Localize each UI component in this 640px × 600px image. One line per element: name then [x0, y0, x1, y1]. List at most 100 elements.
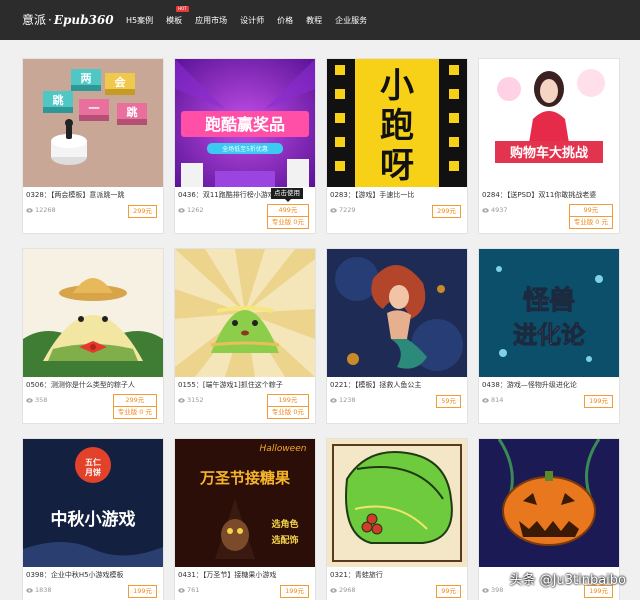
template-thumbnail[interactable]: Halloween 万圣节接糖果 选角色 选配饰 — [175, 439, 315, 567]
price-button[interactable]: 499元专业版 0元 — [266, 204, 309, 229]
eye-icon — [330, 587, 337, 593]
template-thumbnail[interactable]: 跑酷赢奖品 全场低至5折优惠 — [175, 59, 315, 187]
nav-item-pricing[interactable]: 价格 — [277, 15, 293, 26]
view-count-value: 814 — [491, 396, 504, 404]
nav-item-templates[interactable]: 模板 HOT — [166, 5, 189, 26]
view-count: 761 — [178, 586, 199, 594]
template-title[interactable]: 0155：[端午游戏1]抓住这个粽子 — [178, 380, 314, 390]
price-button[interactable]: 299元专业版 0 元 — [112, 394, 157, 419]
view-count-value: 1238 — [339, 396, 356, 404]
thumb-text: 跳 — [127, 105, 138, 119]
thumb-text: 选角色 — [271, 518, 298, 530]
nav-item-designers[interactable]: 设计师 — [240, 15, 264, 26]
template-card[interactable]: 0221：【模板】拯救人鱼公主 1238 59元 — [326, 248, 468, 424]
view-count: 7229 — [330, 206, 356, 214]
price-button[interactable]: 99元 — [436, 585, 461, 598]
view-count: 4937 — [482, 206, 508, 214]
price-button[interactable]: 59元 — [436, 395, 461, 408]
pro-price-label: 专业版 0元 — [267, 216, 308, 228]
logo-dot: · — [48, 13, 52, 27]
site-logo[interactable]: 意派 · Epub360 — [22, 11, 114, 28]
template-thumbnail[interactable]: 两 会 跳 一 跳 — [23, 59, 163, 187]
view-count-value: 761 — [187, 586, 200, 594]
template-thumbnail[interactable]: 购物车大挑战 — [479, 59, 619, 187]
nav-label: 教程 — [306, 15, 323, 25]
view-count-value: 1262 — [187, 206, 204, 214]
template-thumbnail[interactable] — [327, 439, 467, 567]
view-count-value: 1838 — [35, 586, 52, 594]
use-tooltip: 点击使用 — [271, 188, 303, 202]
template-title[interactable]: 0431：【万圣节】接糖果小游戏 — [178, 570, 314, 580]
template-card[interactable]: 五仁 月饼 中秋小游戏 0398：企业中秋H5小游戏模板 1838 199元 — [22, 438, 164, 600]
view-count-value: 398 — [491, 586, 504, 594]
view-count: 398 — [482, 586, 503, 594]
eye-icon — [482, 207, 489, 213]
template-card[interactable]: 0321：青蛙旅行 2968 99元 — [326, 438, 468, 600]
template-title[interactable]: 0506：测测你是什么类型的粽子人 — [26, 380, 162, 390]
thumb-text: 呀 — [380, 146, 414, 186]
price-button[interactable]: 199元 — [128, 585, 157, 598]
template-title[interactable]: 0328：【两会模板】意派跳一跳 — [26, 190, 162, 200]
price-button[interactable]: 199元 — [280, 585, 309, 598]
price-button[interactable]: 199元 — [584, 395, 613, 408]
nav-label: 价格 — [277, 15, 294, 25]
template-title[interactable]: 0284：【送PSD】双11你敢挑战老婆 — [482, 190, 618, 200]
template-card[interactable]: 小 跑 呀 0283：【游戏】手速比一比 7229 299元 — [326, 58, 468, 234]
price-label: 499元 — [278, 206, 298, 214]
template-thumbnail[interactable]: 小 跑 呀 — [327, 59, 467, 187]
price-label: 99元 — [583, 206, 599, 214]
nav-label: 企业服务 — [335, 15, 368, 25]
template-card[interactable]: 怪兽 进化论 0438：游戏—怪物升级进化论 814 199元 — [478, 248, 620, 424]
view-count: 1238 — [330, 396, 356, 404]
template-thumbnail[interactable]: 五仁 月饼 中秋小游戏 — [23, 439, 163, 567]
eye-icon — [26, 207, 33, 213]
nav-label: H5案例 — [126, 15, 154, 25]
price-button[interactable]: 299元 — [128, 205, 157, 218]
eye-icon — [330, 397, 337, 403]
pro-price-label: 专业版 0 元 — [569, 216, 612, 228]
price-label: 299元 — [125, 396, 145, 404]
nav-item-enterprise[interactable]: 企业服务 — [335, 15, 367, 26]
nav-item-app-market[interactable]: 应用市场 — [195, 15, 227, 26]
nav-label: 设计师 — [240, 15, 265, 25]
price-button[interactable]: 99元专业版 0 元 — [568, 204, 613, 229]
thumb-text: 一 — [89, 102, 100, 115]
pro-price-label: 专业版 0 元 — [113, 406, 156, 418]
template-thumbnail[interactable] — [479, 439, 619, 567]
thumb-text: 进化论 — [513, 321, 586, 349]
template-card[interactable]: 0155：[端午游戏1]抓住这个粽子 3152 199元 专业版 0元 — [174, 248, 316, 424]
template-thumbnail[interactable] — [327, 249, 467, 377]
nav-label: 应用市场 — [195, 15, 228, 25]
template-card[interactable]: 0506：测测你是什么类型的粽子人 358 299元专业版 0 元 — [22, 248, 164, 424]
template-title[interactable]: 0283：【游戏】手速比一比 — [330, 190, 466, 200]
view-count-value: 358 — [35, 396, 48, 404]
price-button[interactable]: 299元 — [432, 205, 461, 218]
template-title[interactable]: 0398：企业中秋H5小游戏模板 — [26, 570, 162, 580]
pro-price-label: 专业版 0元 — [267, 406, 308, 418]
view-count-value: 4937 — [491, 206, 508, 214]
price-button[interactable]: 199元专业版 0元 — [266, 394, 309, 419]
thumb-text: 选配饰 — [271, 534, 298, 546]
price-label: 99元 — [441, 587, 456, 595]
template-card[interactable]: 购物车大挑战 0284：【送PSD】双11你敢挑战老婆 4937 99元专业版 … — [478, 58, 620, 234]
price-label: 199元 — [278, 396, 298, 404]
thumb-text: 中秋小游戏 — [51, 509, 136, 530]
view-count-value: 12268 — [35, 206, 56, 214]
thumb-text: 两 — [81, 72, 92, 85]
view-count: 814 — [482, 396, 503, 404]
template-title[interactable]: 0221：【模板】拯救人鱼公主 — [330, 380, 466, 390]
eye-icon — [26, 397, 33, 403]
nav-item-tutorials[interactable]: 教程 — [306, 15, 322, 26]
template-thumbnail[interactable] — [23, 249, 163, 377]
template-card[interactable]: 跑酷赢奖品 全场低至5折优惠 0436：双11跑酷排行榜小游戏 点击使用 126… — [174, 58, 316, 234]
hot-badge: HOT — [176, 5, 189, 12]
view-count: 12268 — [26, 206, 56, 214]
template-card[interactable]: 两 会 跳 一 跳 0328：【两会模板】意派跳一跳 12268 299元 — [22, 58, 164, 234]
nav-item-h5-cases[interactable]: H5案例 — [126, 15, 153, 26]
template-card[interactable]: Halloween 万圣节接糖果 选角色 选配饰 0431：【万圣节】接糖果小游… — [174, 438, 316, 600]
template-title[interactable]: 0438：游戏—怪物升级进化论 — [482, 380, 618, 390]
template-title[interactable]: 0321：青蛙旅行 — [330, 570, 466, 580]
template-thumbnail[interactable]: 怪兽 进化论 — [479, 249, 619, 377]
template-thumbnail[interactable] — [175, 249, 315, 377]
thumb-text: 会 — [115, 75, 127, 89]
